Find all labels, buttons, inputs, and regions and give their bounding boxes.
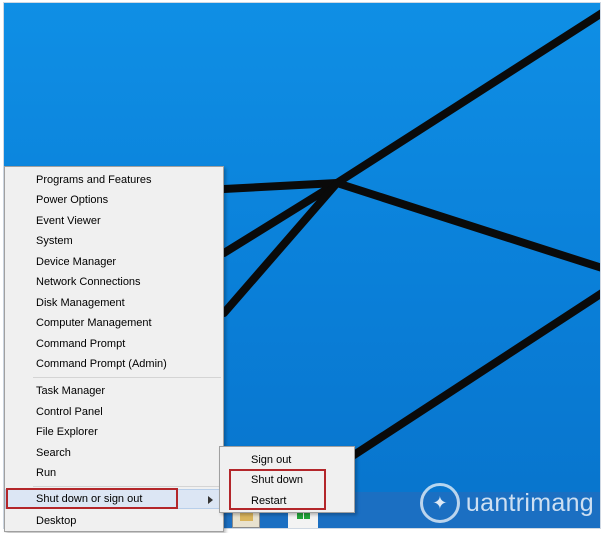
- menu-item-search[interactable]: Search: [5, 443, 223, 463]
- menu-item-event-viewer[interactable]: Event Viewer: [5, 211, 223, 231]
- submenu-item-sign-out[interactable]: Sign out: [220, 450, 354, 470]
- menu-item-command-prompt[interactable]: Command Prompt: [5, 334, 223, 354]
- menu-item-device-manager[interactable]: Device Manager: [5, 252, 223, 272]
- menu-item-task-manager[interactable]: Task Manager: [5, 381, 223, 401]
- menu-item-system[interactable]: System: [5, 231, 223, 251]
- menu-item-file-explorer[interactable]: File Explorer: [5, 422, 223, 442]
- chevron-right-icon: [208, 496, 213, 504]
- wallpaper-line: [220, 179, 341, 193]
- menu-item-run[interactable]: Run: [5, 463, 223, 483]
- menu-item-power-options[interactable]: Power Options: [5, 190, 223, 210]
- menu-item-control-panel[interactable]: Control Panel: [5, 402, 223, 422]
- watermark: ✦ uantrimang: [419, 481, 594, 525]
- menu-separator: [33, 486, 221, 487]
- menu-item-network-connections[interactable]: Network Connections: [5, 272, 223, 292]
- menu-item-command-prompt-admin[interactable]: Command Prompt (Admin): [5, 354, 223, 374]
- submenu-item-restart[interactable]: Restart: [220, 491, 354, 511]
- menu-item-programs-features[interactable]: Programs and Features: [5, 170, 223, 190]
- submenu-item-shut-down[interactable]: Shut down: [220, 470, 354, 490]
- menu-item-label: Shut down or sign out: [36, 493, 143, 505]
- wallpaper-line: [333, 9, 600, 187]
- watermark-text: uantrimang: [465, 488, 594, 517]
- shutdown-submenu: Sign out Shut down Restart: [219, 446, 355, 513]
- wallpaper-line: [220, 179, 341, 317]
- menu-item-disk-management[interactable]: Disk Management: [5, 293, 223, 313]
- menu-item-computer-management[interactable]: Computer Management: [5, 313, 223, 333]
- menu-item-shutdown-sign-out[interactable]: Shut down or sign out: [5, 489, 223, 509]
- lightbulb-icon: ✦: [419, 483, 460, 523]
- menu-separator: [33, 377, 221, 378]
- power-user-menu: Programs and Features Power Options Even…: [4, 166, 224, 532]
- menu-item-desktop[interactable]: Desktop: [5, 511, 223, 531]
- wallpaper-line: [350, 289, 600, 459]
- wallpaper-line: [333, 179, 600, 272]
